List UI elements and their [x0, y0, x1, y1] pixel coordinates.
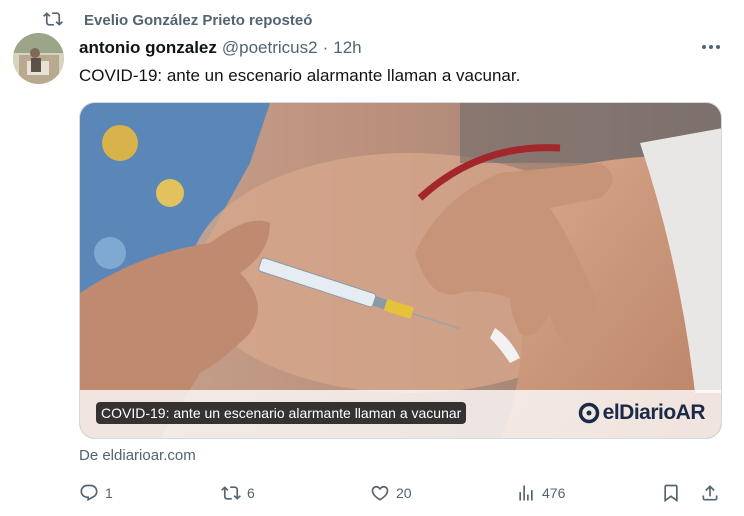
vaccination-photo — [80, 103, 721, 438]
logo-text: elDiarioAR — [602, 401, 706, 424]
more-options-icon[interactable] — [696, 37, 726, 57]
eldiarioar-logo: elDiarioAR — [578, 401, 706, 425]
repost-button[interactable]: 6 — [221, 482, 255, 504]
card-caption: COVID-19: ante un escenario alarmante ll… — [96, 402, 467, 424]
bookmark-icon — [664, 484, 678, 503]
author-name[interactable]: antonio gonzalez — [79, 38, 217, 58]
post-header: antonio gonzalez @poetricus2 · 12h — [79, 37, 362, 59]
source-link[interactable]: De eldiarioar.com — [79, 447, 196, 464]
like-button[interactable]: 20 — [370, 482, 412, 504]
share-button[interactable] — [700, 482, 720, 504]
repost-action-icon — [221, 486, 241, 500]
views-chart-icon — [519, 485, 533, 501]
post-time[interactable]: 12h — [333, 38, 361, 58]
author-handle[interactable]: @poetricus2 — [222, 38, 318, 58]
share-icon — [702, 485, 718, 501]
repost-label[interactable]: Evelio González Prieto reposteó — [84, 12, 312, 29]
separator-dot: · — [322, 38, 329, 57]
avatar[interactable] — [13, 33, 64, 84]
heart-icon — [371, 485, 389, 501]
logo-mark-icon — [578, 402, 599, 424]
view-count: 476 — [542, 485, 566, 501]
reply-button[interactable]: 1 — [79, 482, 113, 504]
bookmark-button[interactable] — [661, 482, 681, 504]
views-button[interactable]: 476 — [516, 482, 565, 504]
reply-count: 1 — [105, 485, 113, 501]
reply-icon — [80, 484, 98, 502]
like-count: 20 — [396, 485, 412, 501]
repost-icon — [43, 12, 63, 26]
repost-count: 6 — [247, 485, 255, 501]
link-preview-card[interactable]: COVID-19: ante un escenario alarmante ll… — [79, 102, 722, 439]
post-text: COVID-19: ante un escenario alarmante ll… — [79, 66, 521, 85]
